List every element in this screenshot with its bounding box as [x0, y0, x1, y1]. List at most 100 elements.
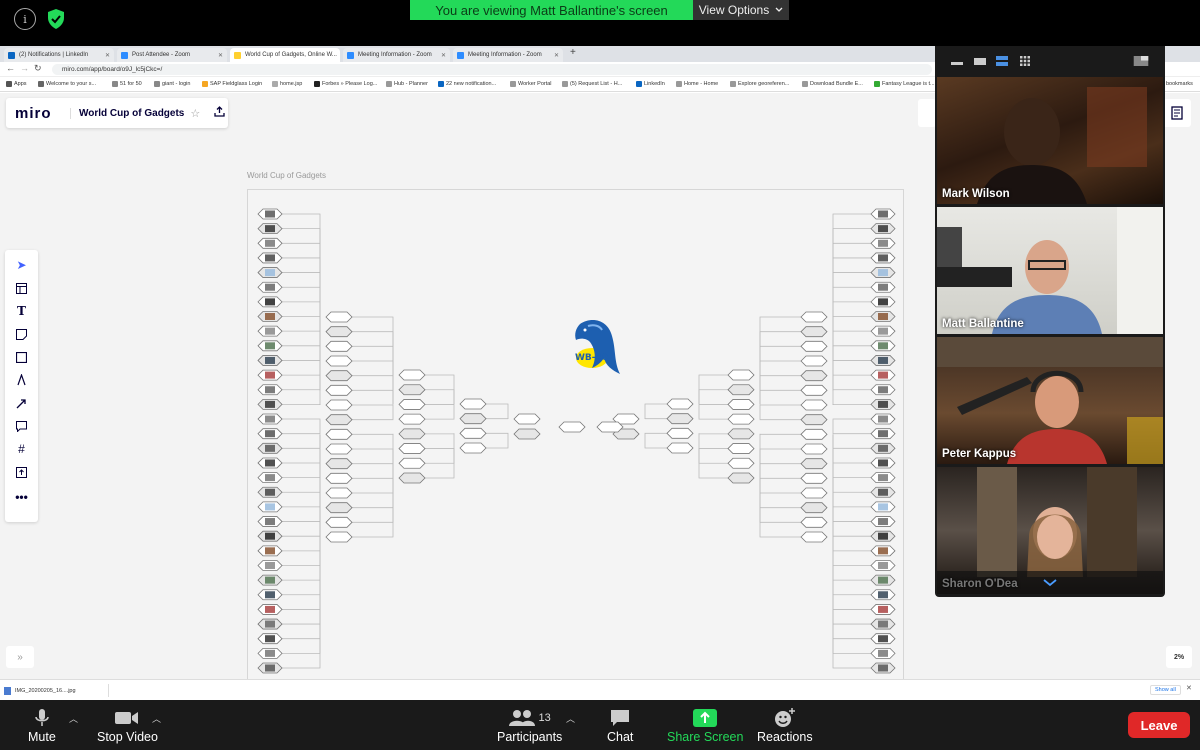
video-tile-active[interactable]: Matt Ballantine: [937, 207, 1163, 334]
bookmark-item[interactable]: Fantasy League is t...: [874, 81, 935, 87]
gadget-thumbnail[interactable]: [265, 313, 275, 321]
round-of-32-slot[interactable]: [800, 326, 828, 338]
round-of-32-slot[interactable]: [800, 502, 828, 514]
chat-button[interactable]: Chat: [607, 706, 633, 744]
gadget-thumbnail[interactable]: [878, 283, 888, 291]
reactions-button[interactable]: Reactions: [757, 706, 813, 744]
leave-button[interactable]: Leave: [1128, 712, 1190, 738]
gadget-thumbnail[interactable]: [265, 430, 275, 438]
gadget-thumbnail[interactable]: [878, 269, 888, 277]
gadget-thumbnail[interactable]: [265, 605, 275, 613]
gadget-thumbnail[interactable]: [265, 561, 275, 569]
gadget-thumbnail[interactable]: [265, 415, 275, 423]
round-of-16-slot[interactable]: [398, 399, 426, 410]
bookmark-item[interactable]: home.jsp: [272, 81, 302, 87]
gadget-thumbnail[interactable]: [265, 356, 275, 364]
new-tab-button[interactable]: +: [570, 47, 576, 58]
bookmark-item[interactable]: SAP Fieldglass Login: [202, 81, 262, 87]
round-of-16-slot[interactable]: [727, 413, 755, 425]
round-of-32-slot[interactable]: [325, 370, 353, 382]
gadget-thumbnail[interactable]: [878, 313, 888, 321]
more-tools-icon[interactable]: •••: [5, 486, 38, 508]
chevron-down-icon[interactable]: [1043, 579, 1057, 587]
gadget-thumbnail[interactable]: [265, 386, 275, 394]
bookmark-item[interactable]: Apps: [6, 81, 27, 87]
gadget-thumbnail[interactable]: [878, 620, 888, 628]
close-icon[interactable]: ✕: [218, 52, 223, 59]
gallery-view-icon[interactable]: [1019, 56, 1031, 66]
round-of-32-slot[interactable]: [325, 516, 353, 528]
gadget-thumbnail[interactable]: [878, 532, 888, 540]
gadget-thumbnail[interactable]: [265, 254, 275, 262]
video-tile[interactable]: Sharon O'Dea: [937, 467, 1163, 594]
bookmark-item[interactable]: Hub - Planner: [386, 81, 428, 87]
round-of-16-slot[interactable]: [398, 369, 426, 381]
bracket-frame[interactable]: WB-40: [247, 189, 904, 689]
quarter-final-slot[interactable]: [459, 427, 487, 439]
round-of-32-slot[interactable]: [800, 399, 828, 411]
quarter-final-slot[interactable]: [459, 413, 487, 425]
participants-button[interactable]: 13 Participants: [497, 706, 562, 744]
gadget-thumbnail[interactable]: [265, 225, 275, 233]
gadget-thumbnail[interactable]: [265, 591, 275, 599]
export-icon[interactable]: [214, 106, 225, 120]
round-of-16-slot[interactable]: [727, 428, 755, 440]
round-of-32-slot[interactable]: [800, 384, 828, 396]
quarter-final-slot[interactable]: [666, 398, 694, 410]
chevron-up-icon[interactable]: ︿: [152, 712, 161, 725]
bookmark-item[interactable]: Welcome to your s...: [38, 81, 96, 87]
gadget-thumbnail[interactable]: [878, 488, 888, 496]
round-of-32-slot[interactable]: [325, 340, 353, 352]
browser-tab[interactable]: Meeting Information - Zoom ✕: [343, 48, 450, 62]
gadget-thumbnail[interactable]: [265, 532, 275, 540]
strip-view-icon[interactable]: [996, 56, 1008, 66]
round-of-32-slot[interactable]: [325, 384, 353, 396]
text-tool-icon[interactable]: T: [5, 300, 38, 322]
gadget-thumbnail[interactable]: [878, 386, 888, 394]
round-of-16-slot[interactable]: [727, 369, 755, 381]
shield-icon[interactable]: [46, 8, 66, 35]
gadget-thumbnail[interactable]: [878, 664, 888, 672]
round-of-16-slot[interactable]: [398, 472, 426, 484]
round-of-16-slot[interactable]: [727, 443, 755, 454]
round-of-32-slot[interactable]: [325, 399, 353, 411]
round-of-32-slot[interactable]: [800, 472, 828, 484]
show-all-button[interactable]: Show all: [1150, 685, 1181, 695]
browser-tab-active[interactable]: World Cup of Gadgets, Online W...✕: [230, 48, 340, 62]
gadget-thumbnail[interactable]: [265, 269, 275, 277]
round-of-16-slot[interactable]: [727, 384, 755, 396]
round-of-16-slot[interactable]: [398, 428, 426, 440]
url-field[interactable]: miro.com/app/board/o9J_lc5jCkc=/: [52, 64, 932, 75]
browser-tab[interactable]: (2) Notifications | LinkedIn ✕: [4, 48, 114, 62]
bookmark-item[interactable]: Home - Home: [676, 81, 718, 87]
bookmark-item[interactable]: 51 for 50: [112, 81, 142, 87]
round-of-32-slot[interactable]: [800, 487, 828, 499]
pop-out-icon[interactable]: [1133, 56, 1149, 66]
round-of-16-slot[interactable]: [727, 457, 755, 469]
round-of-16-slot[interactable]: [727, 472, 755, 484]
view-options-button[interactable]: View Options: [693, 0, 789, 20]
bookmark-item[interactable]: Worker Portal: [510, 81, 552, 87]
quarter-final-slot[interactable]: [459, 442, 487, 454]
video-tile[interactable]: Mark Wilson: [937, 77, 1163, 204]
miro-logo[interactable]: miro: [15, 105, 65, 122]
gadget-thumbnail[interactable]: [265, 620, 275, 628]
download-item[interactable]: IMG_20200205_16....jpg: [4, 684, 109, 697]
round-of-16-slot[interactable]: [398, 457, 426, 469]
round-of-32-slot[interactable]: [325, 502, 353, 514]
gadget-thumbnail[interactable]: [265, 635, 275, 643]
round-of-32-slot[interactable]: [325, 472, 353, 484]
round-of-32-slot[interactable]: [800, 443, 828, 455]
star-icon[interactable]: ☆: [190, 107, 200, 120]
round-of-32-slot[interactable]: [800, 458, 828, 470]
round-of-32-slot[interactable]: [800, 370, 828, 382]
semi-final-slot[interactable]: [513, 413, 541, 425]
round-of-32-slot[interactable]: [325, 487, 353, 499]
info-icon[interactable]: i: [14, 8, 36, 30]
gadget-thumbnail[interactable]: [878, 518, 888, 526]
bookmark-item[interactable]: LinkedIn: [636, 81, 665, 87]
gadget-thumbnail[interactable]: [265, 342, 275, 350]
semi-final-slot[interactable]: [513, 428, 541, 440]
stop-video-button[interactable]: Stop Video: [97, 706, 158, 744]
gadget-thumbnail[interactable]: [878, 327, 888, 335]
